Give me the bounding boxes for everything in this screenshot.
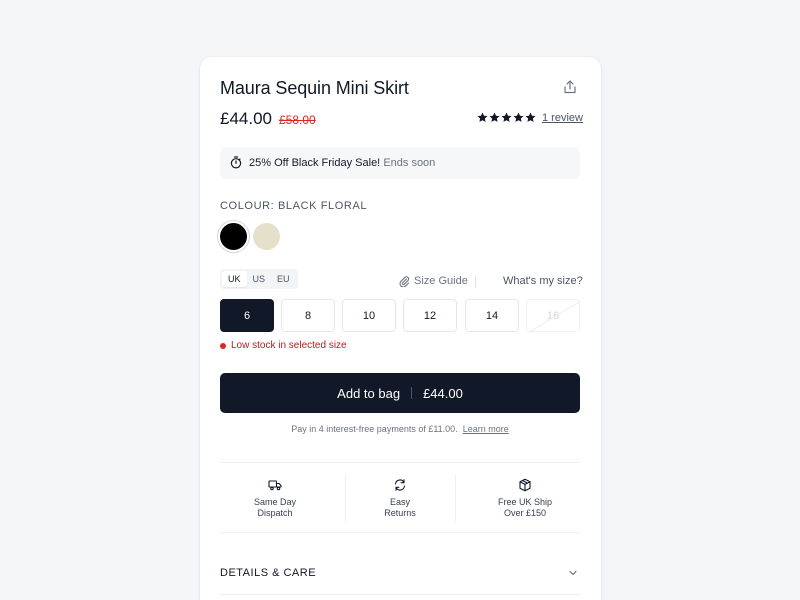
perk-free-uk-ship: Free UK Ship Over £150 xyxy=(485,478,565,519)
paperclip-icon xyxy=(399,276,410,287)
rating-stars xyxy=(477,112,536,123)
details-care-toggle[interactable]: DETAILS & CARE xyxy=(220,567,316,579)
size-guide-link[interactable]: Size Guide xyxy=(398,275,468,287)
perk-same-day-dispatch: Same Day Dispatch xyxy=(240,478,310,519)
stock-warning: Low stock in selected size xyxy=(220,340,347,351)
divider xyxy=(220,462,580,463)
payment-note: Pay in 4 interest-free payments of £11.0… xyxy=(200,424,600,434)
size-option[interactable]: 10 xyxy=(342,299,396,332)
star-icon xyxy=(513,112,524,122)
product-title: Maura Sequin Mini Skirt xyxy=(220,78,409,98)
size-unit-tabs: UK US EU xyxy=(220,269,298,289)
unit-tab-us[interactable]: US xyxy=(247,271,272,287)
add-to-bag-button[interactable]: Add to bag £44.00 xyxy=(220,373,580,413)
size-option-unavailable: 16 xyxy=(526,299,580,332)
original-price: £58.00 xyxy=(279,113,316,127)
add-to-bag-label: Add to bag xyxy=(337,385,401,401)
perk-easy-returns: Easy Returns xyxy=(365,478,435,519)
colour-swatch-black-floral[interactable] xyxy=(220,223,247,250)
refresh-icon xyxy=(394,479,406,491)
share-icon[interactable] xyxy=(562,79,578,95)
whats-my-size-link[interactable]: What's my size? xyxy=(503,275,583,287)
divider xyxy=(220,532,580,533)
truck-icon xyxy=(268,480,282,491)
promo-banner: 25% Off Black Friday Sale! Ends soon xyxy=(220,147,580,179)
stock-message: Low stock in selected size xyxy=(231,340,347,351)
divider xyxy=(475,276,476,288)
add-to-bag-price: £44.00 xyxy=(423,385,463,401)
divider xyxy=(345,475,346,521)
size-option[interactable]: 12 xyxy=(403,299,457,332)
review-link[interactable]: 1 review xyxy=(542,112,583,124)
perk-line2: Dispatch xyxy=(257,508,293,518)
perk-line2: Returns xyxy=(384,508,416,518)
stopwatch-icon xyxy=(230,156,242,169)
size-option[interactable]: 8 xyxy=(281,299,335,332)
size-option[interactable]: 14 xyxy=(465,299,519,332)
unit-tab-eu[interactable]: EU xyxy=(271,271,296,287)
star-icon xyxy=(489,112,500,122)
colour-label: COLOUR: BLACK FLORAL xyxy=(220,200,368,212)
size-guide-label: Size Guide xyxy=(414,275,468,287)
button-divider xyxy=(411,387,413,399)
promo-subtext: Ends soon xyxy=(383,157,436,169)
star-icon xyxy=(477,112,488,122)
box-icon xyxy=(519,478,531,492)
perk-line1: Free UK Ship xyxy=(497,497,553,507)
star-icon xyxy=(501,112,512,122)
learn-more-link[interactable]: Learn more xyxy=(463,424,509,434)
perk-line1: Same Day xyxy=(253,497,297,507)
warning-dot-icon xyxy=(220,342,226,349)
divider xyxy=(220,594,580,595)
promo-headline: 25% Off Black Friday Sale! xyxy=(249,157,381,169)
perk-line2: Over £150 xyxy=(503,508,547,518)
promo-text: 25% Off Black Friday Sale! Ends soon xyxy=(249,157,435,169)
star-icon xyxy=(525,112,536,122)
perk-line1: Easy xyxy=(389,497,410,507)
product-card: Maura Sequin Mini Skirt £44.00 £58.00 1 … xyxy=(200,57,601,600)
unit-tab-uk[interactable]: UK xyxy=(222,271,247,287)
size-option[interactable]: 6 xyxy=(220,299,274,332)
payment-note-text: Pay in 4 interest-free payments of £11.0… xyxy=(291,424,458,434)
current-price: £44.00 xyxy=(220,109,272,128)
chevron-down-icon[interactable] xyxy=(567,567,579,579)
colour-swatch-cream[interactable] xyxy=(253,223,280,250)
divider xyxy=(455,475,456,521)
